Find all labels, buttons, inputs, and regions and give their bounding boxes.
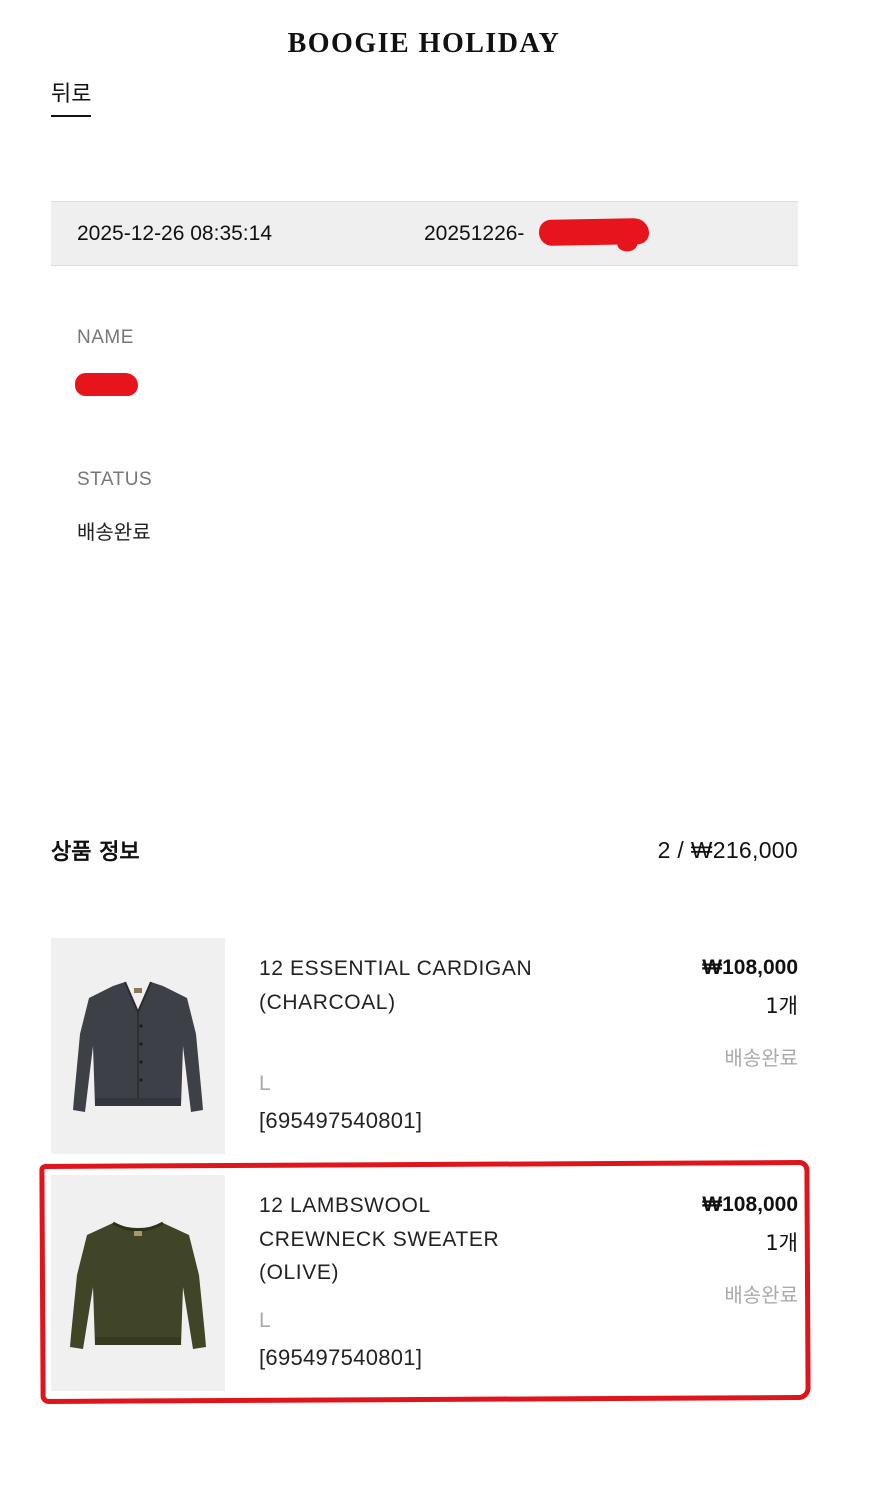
name-redaction	[75, 373, 138, 396]
product-price: ₩108,000	[702, 1193, 798, 1216]
product-status: 배송완료	[724, 1046, 798, 1070]
product-row: 12 LAMBSWOOL CREWNECK SWEATER (OLIVE) L …	[51, 1175, 798, 1391]
product-name[interactable]: 12 ESSENTIAL CARDIGAN (CHARCOAL)	[259, 952, 549, 1019]
product-code: [695497540801]	[259, 1108, 423, 1133]
product-row: 12 ESSENTIAL CARDIGAN (CHARCOAL) L [6954…	[51, 938, 798, 1154]
product-size: L	[259, 1309, 271, 1332]
product-name[interactable]: 12 LAMBSWOOL CREWNECK SWEATER (OLIVE)	[259, 1189, 549, 1290]
product-image-cardigan[interactable]	[51, 938, 225, 1154]
cardigan-icon	[73, 981, 203, 1112]
product-code: [695497540801]	[259, 1345, 423, 1370]
product-price: ₩108,000	[702, 956, 798, 979]
order-number: 20251226-	[424, 222, 525, 245]
product-image-sweater[interactable]	[51, 1175, 225, 1391]
status-value: 배송완료	[77, 520, 151, 544]
product-status: 배송완료	[724, 1283, 798, 1307]
back-link[interactable]: 뒤로	[51, 76, 92, 117]
status-label: STATUS	[77, 469, 153, 490]
name-label: NAME	[77, 327, 134, 348]
product-size: L	[259, 1072, 271, 1095]
brand-logo[interactable]: BOOGIE HOLIDAY	[0, 28, 848, 60]
section-title-product-info: 상품 정보	[51, 840, 140, 865]
order-date: 2025-12-26 08:35:14	[77, 222, 272, 245]
order-summary: 2 / ₩216,000	[657, 837, 798, 863]
sweater-icon	[70, 1221, 206, 1349]
order-info-bar: 2025-12-26 08:35:14 20251226-	[51, 201, 798, 266]
product-quantity: 1개	[765, 994, 798, 1018]
product-quantity: 1개	[765, 1231, 798, 1255]
order-number-redaction	[538, 218, 650, 246]
